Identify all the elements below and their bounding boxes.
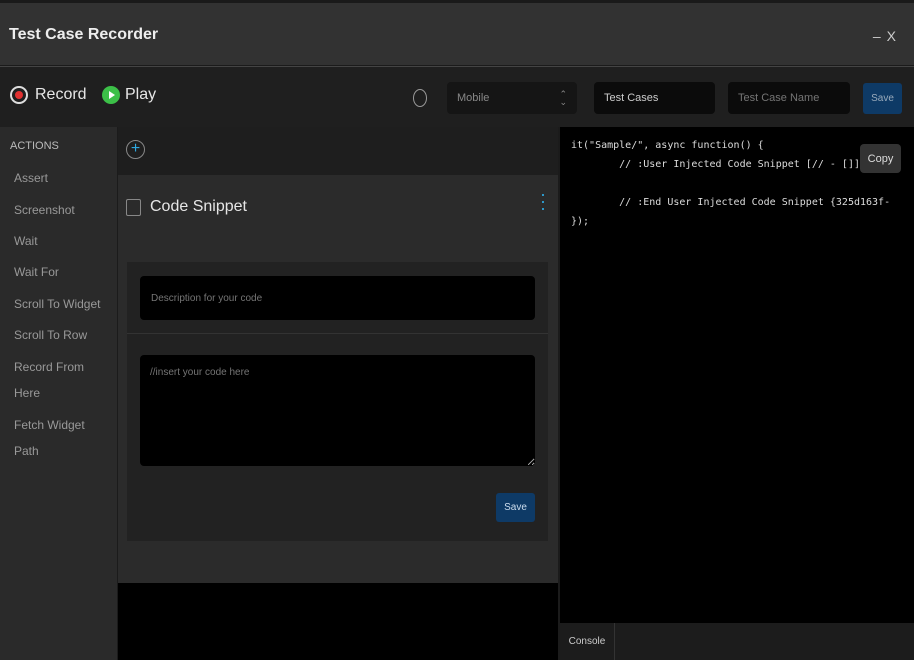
snippet-title: Code Snippet [150,198,247,215]
sidebar-item-screenshot[interactable]: Screenshot [14,197,75,223]
record-icon [10,86,28,104]
save-snippet-button[interactable]: Save [496,493,535,522]
clock-icon[interactable] [413,89,427,107]
copy-button[interactable]: Copy [860,144,901,173]
device-select[interactable]: Mobile ⌃ ⌄ [447,82,577,114]
close-button[interactable]: X [887,28,902,44]
actions-sidebar: ACTIONS Assert Screenshot Wait Wait For … [0,127,117,660]
code-preview: it("Sample/", async function() { // :Use… [571,140,891,227]
bottom-area [118,583,558,660]
play-icon [102,86,120,104]
title-bar: Test Case Recorder –X [0,0,914,65]
minimize-button[interactable]: – [873,28,887,44]
code-preview-panel: it("Sample/", async function() { // :Use… [560,127,914,660]
sidebar-item-record-from-here[interactable]: Record From Here [14,354,94,406]
sidebar-item-assert[interactable]: Assert [14,165,48,191]
play-button[interactable]: Play [102,86,156,104]
tab-console[interactable]: Console [560,623,615,660]
sidebar-item-scroll-to-widget[interactable]: Scroll To Widget [14,291,100,317]
console-bar: Console [560,623,914,660]
test-cases-field[interactable]: Test Cases [594,82,715,114]
chevron-updown-icon: ⌃ ⌄ [559,89,567,107]
code-window-icon [126,199,141,216]
add-step-button[interactable]: + [126,140,145,159]
sidebar-item-wait[interactable]: Wait [14,228,38,254]
code-input[interactable] [140,355,535,466]
record-button[interactable]: Record [10,86,87,104]
actions-heading: ACTIONS [10,140,59,152]
snippet-card: Save [127,262,548,541]
test-case-name-input[interactable] [728,82,850,114]
more-options-icon[interactable]: · · · [540,185,546,217]
steps-header: + [118,127,558,175]
sidebar-item-wait-for[interactable]: Wait For [14,259,59,285]
save-test-case-button[interactable]: Save [863,83,902,114]
toolbar: Record Play Mobile⌃⌄ Test Cases Save [0,66,914,127]
sidebar-item-fetch-widget-path[interactable]: Fetch Widget Path [14,412,94,464]
window-title: Test Case Recorder [9,26,159,43]
sidebar-item-scroll-to-row[interactable]: Scroll To Row [14,322,87,348]
description-input[interactable] [140,276,535,320]
